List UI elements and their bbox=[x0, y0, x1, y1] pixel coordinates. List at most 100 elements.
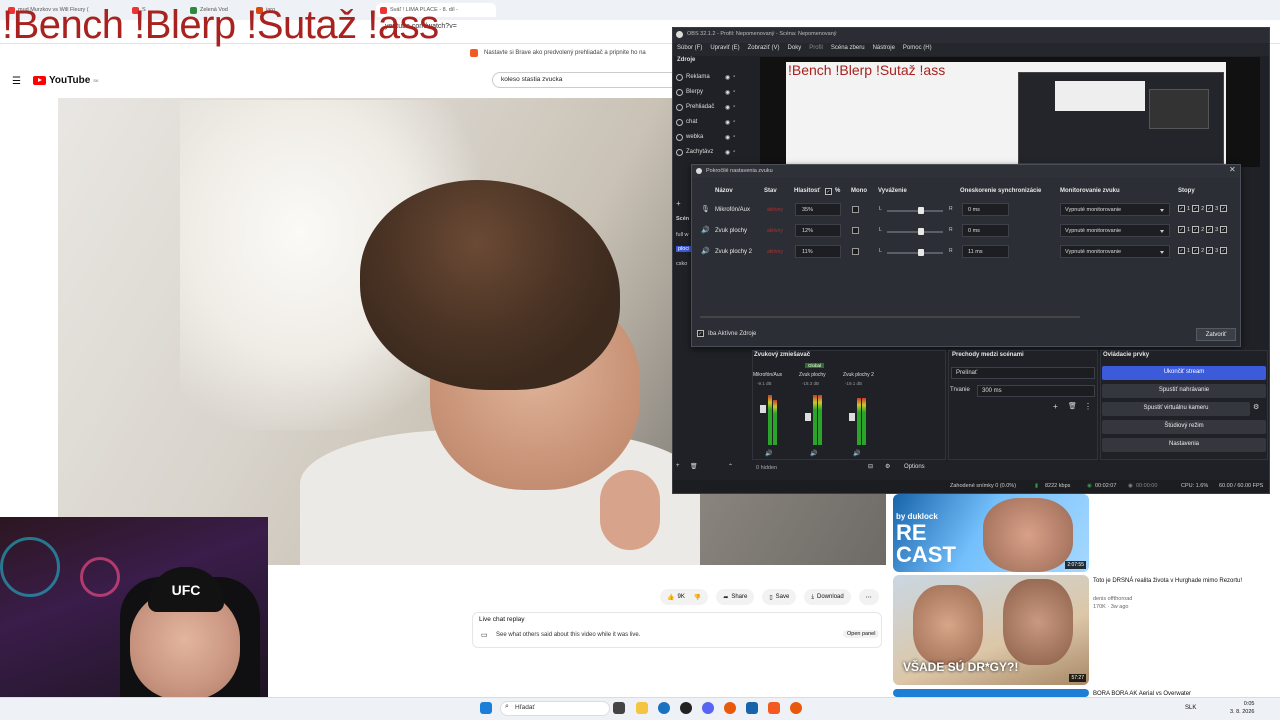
mono-checkbox[interactable] bbox=[852, 248, 859, 255]
youtube-search-input[interactable]: koleso stastia zvucka bbox=[492, 72, 682, 88]
recommendation-thumbnail[interactable]: VŠADE SÚ DR*GY?! 57:27 bbox=[893, 575, 1089, 685]
options-button[interactable]: Options bbox=[904, 464, 925, 470]
start-icon[interactable] bbox=[480, 702, 492, 714]
mute-speaker-icon[interactable]: 🔊 bbox=[810, 450, 817, 457]
menu-docks[interactable]: Doky bbox=[788, 45, 802, 54]
col-balance[interactable]: Vyváženie bbox=[878, 188, 907, 194]
col-volume[interactable]: Hlasitosť bbox=[794, 188, 820, 194]
start-virtual-camera-button[interactable]: Spustiť virtuálnu kameru bbox=[1102, 402, 1250, 416]
col-monitor[interactable]: Monitorovanie zvuku bbox=[1060, 188, 1120, 194]
source-item[interactable]: chat ◉ ▫ bbox=[676, 115, 748, 129]
hamburger-menu-icon[interactable]: ☰ bbox=[12, 76, 21, 87]
menu-view[interactable]: Zobraziť (V) bbox=[748, 45, 780, 54]
percent-checkbox[interactable]: ✓ bbox=[825, 188, 832, 195]
col-tracks[interactable]: Stopy bbox=[1178, 188, 1195, 194]
monitoring-dropdown[interactable]: Vypnuté monitorovanie bbox=[1060, 245, 1170, 258]
volume-fader[interactable] bbox=[805, 413, 811, 421]
mono-checkbox[interactable] bbox=[852, 206, 859, 213]
volume-spinbox[interactable]: 12% bbox=[795, 224, 841, 237]
recommendation-title[interactable]: Toto je DRSNÁ realita života v Hurghade … bbox=[1093, 577, 1263, 585]
virtual-camera-settings-icon[interactable]: ⚙ bbox=[1253, 403, 1259, 411]
eye-icon[interactable]: ◉ bbox=[725, 119, 730, 126]
mono-checkbox[interactable] bbox=[852, 227, 859, 234]
track-checkbox[interactable]: ✓ bbox=[1178, 247, 1185, 254]
sync-delay-spinbox[interactable]: 0 ms bbox=[962, 224, 1009, 237]
eye-icon[interactable]: ◉ bbox=[725, 104, 730, 111]
transition-menu-icon[interactable]: ⋮ bbox=[1084, 402, 1092, 411]
track-checkbox[interactable]: ✓ bbox=[1220, 247, 1228, 254]
menu-tools[interactable]: Nástroje bbox=[873, 45, 895, 54]
firefox-icon[interactable] bbox=[790, 702, 802, 714]
studio-mode-button[interactable]: Štúdiový režim bbox=[1102, 420, 1266, 434]
scene-item[interactable]: full w bbox=[676, 232, 689, 238]
eye-icon[interactable]: ◉ bbox=[725, 74, 730, 81]
source-item[interactable]: webka ◉ ▫ bbox=[676, 130, 748, 144]
track-checkbox[interactable]: ✓ bbox=[1220, 205, 1228, 212]
file-explorer-icon[interactable] bbox=[636, 702, 648, 714]
brave-icon[interactable] bbox=[768, 702, 780, 714]
youtube-logo[interactable]: YouTube SK bbox=[33, 75, 99, 86]
recommendation-thumbnail[interactable] bbox=[893, 689, 1089, 697]
volume-fader[interactable] bbox=[760, 405, 766, 413]
col-mono[interactable]: Mono bbox=[851, 188, 867, 194]
download-button[interactable]: ⤓ Download bbox=[804, 589, 851, 605]
col-name[interactable]: Názov bbox=[715, 188, 733, 194]
balance-slider[interactable]: LR bbox=[879, 225, 954, 237]
duration-spinbox[interactable]: 300 ms bbox=[977, 385, 1095, 397]
more-actions-button[interactable]: ⋯ bbox=[858, 589, 879, 605]
lock-icon[interactable]: ▫ bbox=[733, 119, 735, 125]
mute-speaker-icon[interactable]: 🔊 bbox=[765, 450, 772, 457]
like-button[interactable]: 👍 9K 👎 bbox=[660, 589, 709, 605]
remove-transition-icon[interactable]: 🗑 bbox=[1068, 402, 1077, 410]
volume-spinbox[interactable]: 35% bbox=[795, 203, 841, 216]
thumbs-down-icon[interactable]: 👎 bbox=[694, 594, 701, 601]
mixer-channel-name[interactable]: Mikrofón/Aux bbox=[753, 372, 782, 378]
volume-spinbox[interactable]: 11% bbox=[795, 245, 841, 258]
menu-help[interactable]: Pomoc (H) bbox=[903, 45, 932, 54]
volume-fader[interactable] bbox=[849, 413, 855, 421]
monitoring-dropdown[interactable]: Vypnuté monitorovanie bbox=[1060, 203, 1170, 216]
track-checkbox[interactable]: ✓ bbox=[1178, 226, 1185, 233]
eye-icon[interactable]: ◉ bbox=[725, 89, 730, 96]
lock-icon[interactable]: ▫ bbox=[733, 134, 735, 140]
col-delay[interactable]: Oneskorenie synchronizácie bbox=[960, 188, 1041, 194]
eye-icon[interactable]: ◉ bbox=[725, 134, 730, 141]
add-source-icon[interactable]: + bbox=[676, 463, 680, 469]
lock-icon[interactable]: ▫ bbox=[733, 74, 735, 80]
track-checkbox[interactable]: ✓ bbox=[1178, 205, 1185, 212]
mixer-channel-name[interactable]: Zvuk plochy bbox=[799, 372, 826, 378]
menu-profile[interactable]: Profil bbox=[809, 45, 823, 54]
mixer-menu-icon[interactable]: ⊟ bbox=[868, 463, 873, 470]
dialog-close-icon[interactable]: ✕ bbox=[1229, 165, 1236, 174]
lock-icon[interactable]: ▫ bbox=[733, 89, 735, 95]
balance-knob[interactable] bbox=[917, 207, 924, 214]
track-checkbox[interactable]: ✓ bbox=[1206, 247, 1214, 254]
balance-slider[interactable]: LR bbox=[879, 204, 954, 216]
menu-edit[interactable]: Upraviť (E) bbox=[710, 45, 739, 54]
task-view-icon[interactable] bbox=[613, 702, 625, 714]
remove-source-icon[interactable]: 🗑 bbox=[690, 463, 698, 470]
track-checkbox[interactable]: ✓ bbox=[1206, 226, 1214, 233]
source-item[interactable]: Prehliadač ◉ ▫ bbox=[676, 100, 748, 114]
track-checkbox[interactable]: ✓ bbox=[1192, 226, 1200, 233]
active-only-option[interactable]: ✓ Iba Aktívne Zdroje bbox=[697, 330, 756, 337]
lock-icon[interactable]: ▫ bbox=[733, 104, 735, 110]
balance-knob[interactable] bbox=[917, 228, 924, 235]
source-item[interactable]: Blerpy ◉ ▫ bbox=[676, 85, 748, 99]
active-only-checkbox[interactable]: ✓ bbox=[697, 330, 704, 337]
scene-item[interactable]: csko bbox=[676, 261, 687, 267]
steam-icon[interactable] bbox=[746, 702, 758, 714]
track-checkbox[interactable]: ✓ bbox=[1206, 205, 1214, 212]
menu-file[interactable]: Súbor (F) bbox=[677, 45, 702, 54]
col-state[interactable]: Stav bbox=[764, 188, 777, 194]
firefox-icon[interactable] bbox=[724, 702, 736, 714]
share-button[interactable]: ➦ Share bbox=[716, 589, 755, 605]
balance-knob[interactable] bbox=[917, 249, 924, 256]
language-indicator[interactable]: SLK bbox=[1185, 705, 1196, 711]
source-item[interactable]: Reklama ◉ ▫ bbox=[676, 70, 748, 84]
settings-button[interactable]: Nastavenia bbox=[1102, 438, 1266, 452]
taskbar-clock[interactable]: 0:05 3. 8. 2026 bbox=[1230, 700, 1254, 716]
source-item[interactable]: Zachytávz ◉ ▫ bbox=[676, 145, 748, 159]
track-checkbox[interactable]: ✓ bbox=[1220, 226, 1228, 233]
move-up-icon[interactable]: ⌃ bbox=[728, 463, 733, 470]
